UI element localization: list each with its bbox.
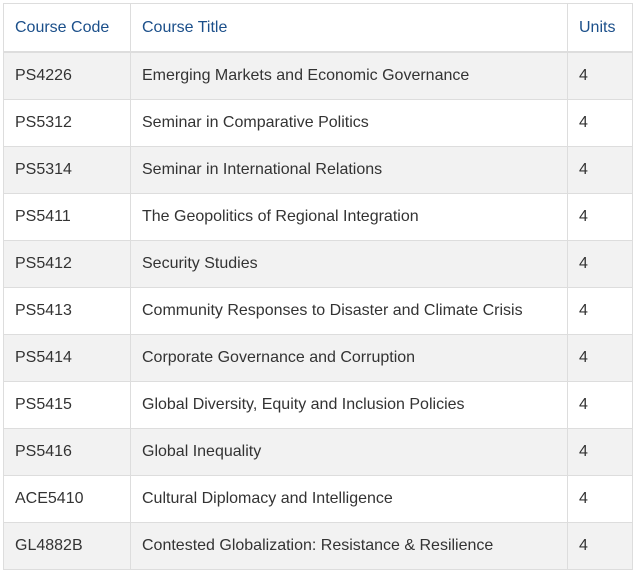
units-cell: 4 [567, 475, 633, 523]
course-title-cell: Global Diversity, Equity and Inclusion P… [130, 381, 568, 429]
course-code-cell: PS5414 [3, 334, 131, 382]
course-code-cell: GL4882B [3, 522, 131, 570]
course-title-cell: Global Inequality [130, 428, 568, 476]
units-cell: 4 [567, 240, 633, 288]
table-row: PS5416 Global Inequality 4 [3, 428, 633, 476]
course-table-container: Course Code Course Title Units PS4226 Em… [3, 3, 633, 570]
course-title-cell: Seminar in Comparative Politics [130, 99, 568, 147]
course-table: Course Code Course Title Units PS4226 Em… [3, 3, 633, 570]
header-row: Course Code Course Title Units [3, 3, 633, 53]
header-course-title: Course Title [130, 3, 568, 53]
table-row: PS5414 Corporate Governance and Corrupti… [3, 334, 633, 382]
course-code-cell: PS5312 [3, 99, 131, 147]
table-body: PS4226 Emerging Markets and Economic Gov… [3, 51, 633, 570]
header-course-code: Course Code [3, 3, 131, 53]
course-code-cell: PS5411 [3, 193, 131, 241]
course-title-cell: Security Studies [130, 240, 568, 288]
course-title-cell: Seminar in International Relations [130, 146, 568, 194]
table-row: PS5415 Global Diversity, Equity and Incl… [3, 381, 633, 429]
course-code-cell: PS5314 [3, 146, 131, 194]
units-cell: 4 [567, 522, 633, 570]
units-cell: 4 [567, 287, 633, 335]
table-header: Course Code Course Title Units [3, 3, 633, 53]
units-cell: 4 [567, 99, 633, 147]
course-code-cell: PS5412 [3, 240, 131, 288]
course-title-cell: The Geopolitics of Regional Integration [130, 193, 568, 241]
table-row: PS5314 Seminar in International Relation… [3, 146, 633, 194]
table-row: PS5413 Community Responses to Disaster a… [3, 287, 633, 335]
units-cell: 4 [567, 428, 633, 476]
course-title-cell: Cultural Diplomacy and Intelligence [130, 475, 568, 523]
course-code-cell: PS5413 [3, 287, 131, 335]
course-code-cell: ACE5410 [3, 475, 131, 523]
course-code-cell: PS4226 [3, 51, 131, 100]
table-row: PS4226 Emerging Markets and Economic Gov… [3, 51, 633, 100]
course-title-cell: Emerging Markets and Economic Governance [130, 51, 568, 100]
units-cell: 4 [567, 193, 633, 241]
course-code-cell: PS5415 [3, 381, 131, 429]
table-row: PS5411 The Geopolitics of Regional Integ… [3, 193, 633, 241]
table-row: PS5412 Security Studies 4 [3, 240, 633, 288]
course-title-cell: Community Responses to Disaster and Clim… [130, 287, 568, 335]
course-title-cell: Contested Globalization: Resistance & Re… [130, 522, 568, 570]
header-units: Units [567, 3, 633, 53]
units-cell: 4 [567, 381, 633, 429]
table-row: PS5312 Seminar in Comparative Politics 4 [3, 99, 633, 147]
course-code-cell: PS5416 [3, 428, 131, 476]
units-cell: 4 [567, 146, 633, 194]
table-row: ACE5410 Cultural Diplomacy and Intellige… [3, 475, 633, 523]
units-cell: 4 [567, 334, 633, 382]
table-row: GL4882B Contested Globalization: Resista… [3, 522, 633, 570]
units-cell: 4 [567, 51, 633, 100]
course-title-cell: Corporate Governance and Corruption [130, 334, 568, 382]
